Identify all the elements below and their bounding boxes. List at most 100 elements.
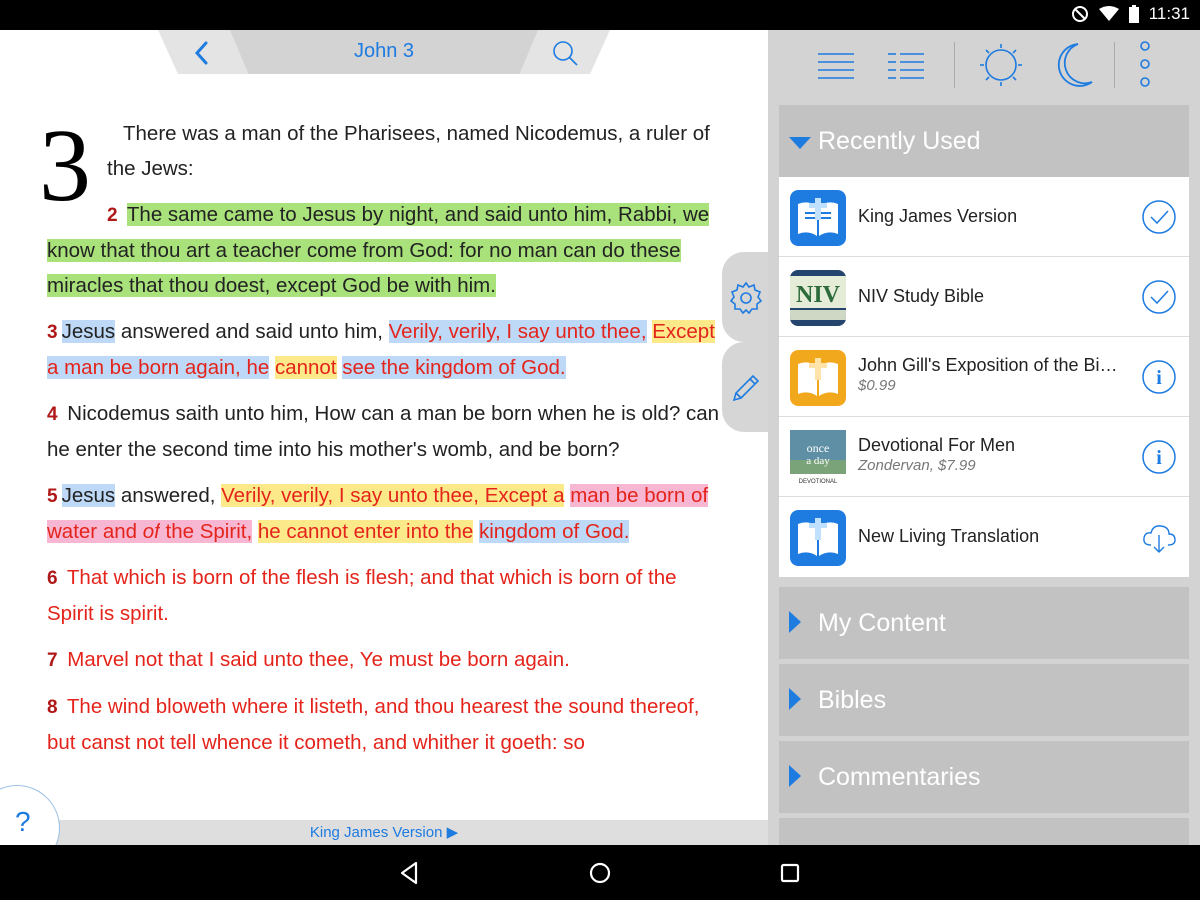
detail-list-button[interactable] [884, 30, 928, 102]
moon-icon [1057, 43, 1093, 87]
list-item[interactable]: NIV NIV Study Bible [779, 257, 1189, 337]
verse-number: 7 [47, 650, 58, 671]
verse-text: That which is born of the flesh is flesh… [47, 566, 677, 625]
recents-nav-button[interactable] [776, 859, 804, 887]
more-options-button[interactable] [1130, 30, 1160, 102]
group-commentaries[interactable]: Commentaries [779, 741, 1189, 813]
resource-title: King James Version [858, 206, 1018, 226]
status-time: 11:31 [1148, 4, 1190, 23]
sun-icon [980, 44, 1022, 86]
reader-pane: John 3 3 There was a man of the Pharisee… [0, 30, 768, 845]
verse-number: 4 [47, 404, 58, 425]
chevron-left-icon [194, 41, 208, 65]
once-a-day-icon: once a day DEVOTIONAL [790, 430, 846, 486]
current-version-bar[interactable]: King James Version ▶ [0, 820, 768, 845]
list-item[interactable]: King James Version [779, 177, 1189, 257]
installed-check-button[interactable] [1141, 199, 1177, 235]
verse-2[interactable]: 2 The same came to Jesus by night, and s… [47, 197, 727, 303]
verse-text: Marvel not that I said unto thee, Ye mus… [67, 648, 570, 671]
verse-6[interactable]: 6 That which is born of the flesh is fle… [47, 560, 727, 631]
verse-8[interactable]: 8 The wind bloweth where it listeth, and… [47, 689, 727, 760]
group-next-partial[interactable] [779, 818, 1189, 845]
bible-book-icon [790, 510, 846, 566]
help-icon: ? [15, 806, 31, 837]
detail-list-icon [888, 53, 924, 79]
verse-number: 3 [47, 322, 58, 343]
verse-3[interactable]: 3 Jesus answered and said unto him, Veril… [47, 314, 727, 385]
group-my-content[interactable]: My Content [779, 587, 1189, 659]
info-icon: i [1142, 440, 1176, 474]
verse-5[interactable]: 5 Jesus answered, Verily, verily, I say u… [47, 478, 727, 549]
svg-text:i: i [1156, 447, 1162, 469]
info-button[interactable]: i [1141, 359, 1177, 395]
home-nav-button[interactable] [586, 859, 614, 887]
night-mode-button[interactable] [1048, 30, 1098, 102]
list-item[interactable]: John Gill's Exposition of the Bi… $0.99 … [779, 337, 1189, 417]
svg-text:i: i [1156, 367, 1162, 389]
verse-1[interactable]: 3 There was a man of the Pharisees, name… [39, 114, 727, 218]
check-icon [1142, 280, 1176, 314]
gear-icon [729, 281, 763, 315]
more-vertical-icon [1140, 41, 1150, 87]
resource-title: NIV Study Bible [858, 286, 985, 306]
group-bibles[interactable]: Bibles [779, 664, 1189, 736]
wifi-icon [1098, 6, 1119, 21]
verse-7[interactable]: 7 Marvel not that I said unto thee, Ye m… [47, 642, 727, 678]
list-icon [818, 53, 854, 79]
back-button[interactable] [188, 38, 218, 68]
recents-square-icon [780, 863, 800, 883]
installed-check-button[interactable] [1141, 279, 1177, 315]
resource-title: John Gill's Exposition of the Bi… [858, 355, 1118, 375]
do-not-disturb-icon [1071, 6, 1088, 22]
list-item[interactable]: New Living Translation [779, 497, 1189, 577]
resource-title: Devotional For Men [858, 435, 1016, 455]
settings-tab[interactable] [722, 252, 768, 342]
toolbar-divider [1114, 42, 1115, 88]
download-button[interactable] [1141, 519, 1177, 555]
niv-cover-text: NIV [796, 282, 841, 308]
list-view-button[interactable] [814, 30, 858, 102]
system-nav-bar [0, 845, 1200, 900]
status-bar: 11:31 [0, 0, 1200, 30]
verse-4[interactable]: 4 Nicodemus saith unto him, How can a ma… [47, 396, 727, 467]
info-button[interactable]: i [1141, 439, 1177, 475]
cover-text-a-day: a day [806, 455, 830, 467]
chapter-title[interactable]: John 3 [230, 40, 538, 63]
home-circle-icon [589, 862, 611, 884]
scripture-text: 3 There was a man of the Pharisees, name… [39, 114, 727, 771]
verse-number: 5 [47, 486, 58, 507]
recently-used-list: King James Version NIV NIV Study Bible J… [779, 177, 1189, 577]
back-nav-button[interactable] [396, 859, 424, 887]
resource-publisher-price: Zondervan, $7.99 [858, 457, 976, 474]
help-button[interactable]: ? [0, 785, 60, 845]
toolbar-divider [954, 42, 955, 88]
back-triangle-icon [400, 861, 418, 885]
resource-price: $0.99 [858, 377, 896, 394]
annotate-tab[interactable] [722, 342, 768, 432]
triangle-down-icon [789, 137, 811, 149]
bible-book-icon [790, 190, 846, 246]
verse-text: The wind bloweth where it listeth, and t… [47, 695, 700, 754]
list-item[interactable]: once a day DEVOTIONAL Devotional For Men Z… [779, 417, 1189, 497]
search-icon [553, 41, 578, 66]
search-button[interactable] [550, 38, 580, 68]
check-icon [1142, 200, 1176, 234]
cloud-download-icon [1143, 525, 1176, 553]
verse-text: The same came to Jesus by night, and sai… [47, 203, 710, 297]
resource-title: New Living Translation [858, 526, 1040, 546]
verse-number: 8 [47, 697, 58, 718]
library-toolbar [768, 30, 1200, 102]
battery-icon [1128, 5, 1139, 23]
verse-number: 2 [107, 205, 118, 226]
chapter-number: 3 [39, 108, 91, 223]
info-icon: i [1142, 360, 1176, 394]
triangle-right-icon [789, 688, 801, 710]
chapter-nav: John 3 [158, 30, 610, 74]
group-recently-used[interactable]: Recently Used [779, 105, 1189, 177]
orange-bible-icon [790, 350, 846, 406]
day-mode-button[interactable] [976, 30, 1026, 102]
cover-text-devotional: DEVOTIONAL [799, 479, 838, 485]
cover-text-once: once [807, 441, 830, 455]
triangle-right-icon [789, 611, 801, 633]
triangle-right-icon [789, 765, 801, 787]
